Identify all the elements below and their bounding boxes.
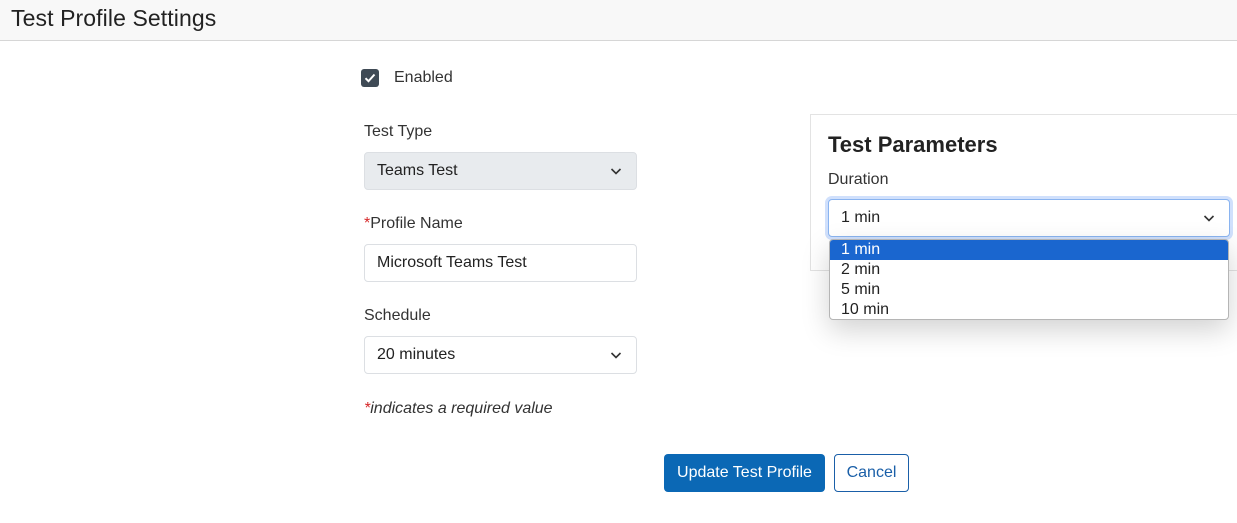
update-test-profile-button[interactable]: Update Test Profile bbox=[664, 454, 825, 492]
profile-name-input[interactable]: Microsoft Teams Test bbox=[364, 244, 637, 282]
test-type-value: Teams Test bbox=[377, 162, 458, 179]
chevron-down-icon bbox=[610, 352, 622, 359]
enabled-checkbox[interactable] bbox=[361, 69, 379, 87]
duration-option[interactable]: 5 min bbox=[830, 280, 1228, 300]
duration-option[interactable]: 10 min bbox=[830, 300, 1228, 319]
duration-label: Duration bbox=[828, 171, 889, 188]
duration-select[interactable]: 1 min bbox=[828, 199, 1230, 237]
test-profile-settings-page: Test Profile Settings Enabled Test Type … bbox=[0, 0, 1237, 523]
duration-dropdown-list: 1 min 2 min 5 min 10 min bbox=[829, 239, 1229, 320]
test-parameters-title: Test Parameters bbox=[828, 132, 998, 157]
check-icon bbox=[364, 73, 376, 83]
test-type-select[interactable]: Teams Test bbox=[364, 152, 637, 190]
test-type-label: Test Type bbox=[364, 123, 433, 140]
page-header: Test Profile Settings bbox=[0, 0, 1237, 41]
required-note: *indicates a required value bbox=[364, 400, 553, 418]
profile-name-label: *Profile Name bbox=[364, 215, 463, 233]
duration-option[interactable]: 2 min bbox=[830, 260, 1228, 280]
schedule-value: 20 minutes bbox=[377, 346, 456, 363]
schedule-select[interactable]: 20 minutes bbox=[364, 336, 637, 374]
profile-name-value: Microsoft Teams Test bbox=[377, 254, 527, 271]
cancel-button[interactable]: Cancel bbox=[834, 454, 909, 492]
enabled-label: Enabled bbox=[394, 69, 453, 86]
chevron-down-icon bbox=[610, 168, 622, 175]
duration-value: 1 min bbox=[841, 209, 881, 226]
profile-name-label-text: Profile Name bbox=[370, 215, 463, 232]
enabled-row: Enabled bbox=[361, 68, 453, 88]
duration-option[interactable]: 1 min bbox=[830, 240, 1228, 260]
required-note-text: indicates a required value bbox=[370, 400, 553, 417]
schedule-label: Schedule bbox=[364, 307, 431, 324]
chevron-down-icon bbox=[1203, 215, 1215, 222]
page-title: Test Profile Settings bbox=[11, 5, 217, 31]
